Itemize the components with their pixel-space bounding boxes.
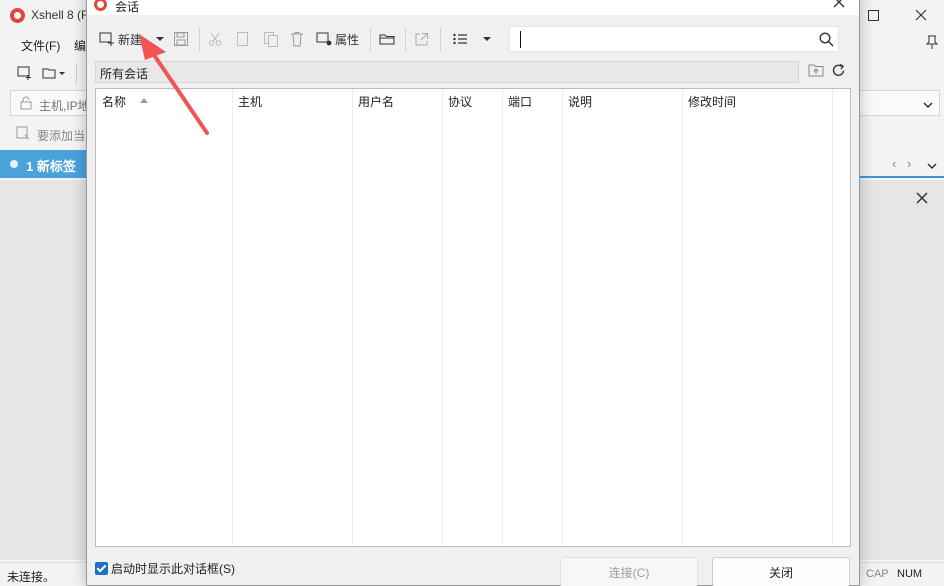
tab-label: 1 新标签 <box>26 159 76 174</box>
dialog-titlebar: 会话 <box>87 0 859 15</box>
save-icon[interactable] <box>173 27 189 51</box>
column-header-username[interactable]: 用户名 <box>352 89 442 111</box>
tab-status-dot <box>10 160 18 168</box>
column-header-label: 名称 <box>102 95 127 109</box>
column-header-description[interactable]: 说明 <box>562 89 682 111</box>
session-table[interactable]: 名称 主机 用户名 协议 端口 说明 修改时间 <box>95 88 851 547</box>
toolbar-separator <box>440 27 441 51</box>
view-list-icon[interactable] <box>453 27 467 51</box>
close-button[interactable]: 关闭 <box>712 557 850 586</box>
lock-icon <box>19 96 33 113</box>
checkbox-checked-icon[interactable] <box>95 562 108 575</box>
new-dropdown-arrow-icon[interactable] <box>155 27 165 51</box>
address-placeholder: 主机,IP地 <box>39 99 90 113</box>
close-icon[interactable] <box>898 0 944 30</box>
new-session-icon <box>99 32 116 46</box>
open-folder-icon[interactable] <box>42 66 66 83</box>
paste-icon[interactable] <box>263 27 279 51</box>
tab-nav-left-icon[interactable]: ‹ <box>892 156 896 171</box>
menu-file[interactable]: 文件(F) <box>21 37 60 54</box>
xshell-logo-icon <box>94 0 107 11</box>
column-divider <box>502 89 503 546</box>
open-folder-icon[interactable] <box>379 27 396 51</box>
path-label: 所有会话 <box>100 67 149 81</box>
column-header-name[interactable]: 名称 <box>96 89 232 111</box>
connection-status: 未连接。 <box>7 570 56 584</box>
session-search-input[interactable] <box>509 26 839 52</box>
column-header-host[interactable]: 主机 <box>232 89 352 111</box>
connect-button[interactable]: 连接(C) <box>560 557 698 586</box>
toolbar-separator <box>76 64 77 84</box>
column-header-modified-time[interactable]: 修改时间 <box>682 89 832 111</box>
properties-button[interactable]: 属性 <box>316 27 359 51</box>
menu-pin-icon[interactable] <box>925 35 939 52</box>
num-lock-indicator: NUM <box>897 568 923 580</box>
xshell-logo-icon <box>10 8 25 23</box>
folder-up-icon[interactable] <box>808 63 824 80</box>
text-caret <box>520 31 521 48</box>
tab-new-tab[interactable]: 1 新标签 <box>0 150 88 178</box>
terminal-close-icon[interactable] <box>916 192 928 207</box>
dialog-close-icon[interactable] <box>833 0 845 13</box>
toolbar-separator <box>370 27 371 51</box>
cut-icon[interactable] <box>208 27 222 51</box>
caps-lock-indicator: CAP <box>866 568 889 580</box>
column-divider <box>562 89 563 546</box>
chevron-down-icon[interactable] <box>923 98 933 112</box>
delete-icon[interactable] <box>290 27 304 51</box>
search-icon[interactable] <box>819 32 834 50</box>
column-divider <box>352 89 353 546</box>
tab-nav-right-icon[interactable]: › <box>907 156 911 171</box>
sort-ascending-icon <box>140 98 148 103</box>
properties-icon <box>316 32 333 46</box>
column-divider <box>682 89 683 546</box>
sessions-dialog: 会话 新建 属性 所有会话 名称 主机 用户名 协议 端口 说明 修改时间 启动… <box>86 0 860 586</box>
dialog-title: 会话 <box>115 0 140 14</box>
column-divider <box>232 89 233 546</box>
toolbar-separator <box>405 27 406 51</box>
tab-list-chevron-icon[interactable] <box>927 159 937 173</box>
properties-label: 属性 <box>335 32 360 47</box>
menu-edit[interactable]: 编 <box>74 37 86 54</box>
copy-icon[interactable] <box>236 27 250 51</box>
session-path-bar: 所有会话 <box>95 61 799 83</box>
new-session-icon[interactable] <box>17 66 33 83</box>
column-divider <box>832 89 833 546</box>
new-session-label: 新建 <box>118 32 143 47</box>
view-dropdown-arrow-icon[interactable] <box>482 27 492 51</box>
export-icon[interactable] <box>414 27 429 51</box>
column-header-port[interactable]: 端口 <box>502 89 562 111</box>
new-session-button[interactable]: 新建 <box>99 27 142 51</box>
hint-icon <box>16 126 30 143</box>
hint-text: 要添加当 <box>37 129 86 143</box>
show-on-start-checkbox[interactable]: 启动时显示此对话框(S) <box>95 560 235 577</box>
refresh-icon[interactable] <box>831 63 846 81</box>
show-on-start-label: 启动时显示此对话框(S) <box>111 562 235 576</box>
toolbar-separator <box>199 27 200 51</box>
column-divider <box>442 89 443 546</box>
main-window-title: Xshell 8 (F <box>31 8 89 22</box>
column-header-protocol[interactable]: 协议 <box>442 89 502 111</box>
